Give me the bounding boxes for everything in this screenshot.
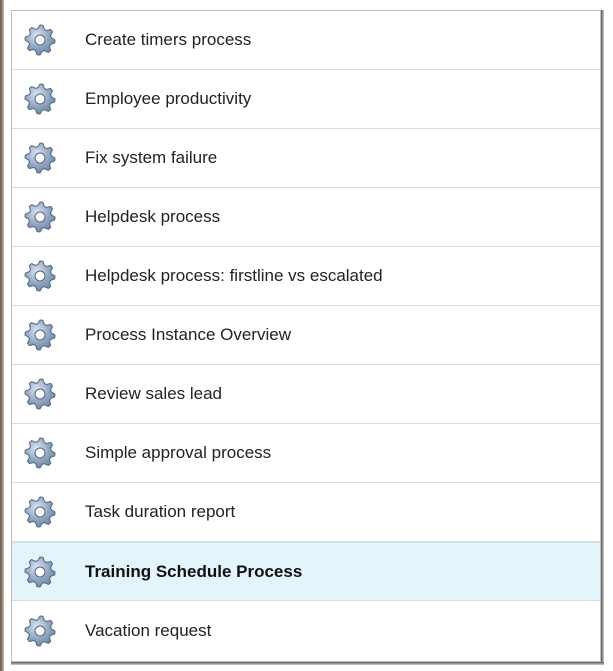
process-list-item[interactable]: Simple approval process — [12, 424, 600, 483]
process-list-item-label: Fix system failure — [85, 148, 218, 167]
gear-icon — [23, 23, 57, 57]
process-list: Create timers process Employee productivi… — [12, 11, 600, 660]
process-list-item[interactable]: Employee productivity — [12, 70, 600, 129]
gear-icon-graphic — [24, 24, 56, 56]
gear-icon — [23, 318, 57, 352]
gear-icon — [23, 82, 57, 116]
process-list-item-label: Helpdesk process: firstline vs escalated — [85, 266, 383, 285]
process-list-item-label: Create timers process — [85, 30, 252, 49]
process-list-item[interactable]: Training Schedule Process — [12, 542, 600, 601]
gear-icon — [23, 200, 57, 234]
process-list-item[interactable]: Helpdesk process — [12, 188, 600, 247]
process-list-item[interactable]: Task duration report — [12, 483, 600, 542]
process-list-item-label: Review sales lead — [85, 384, 223, 403]
gear-icon-graphic — [24, 614, 56, 647]
process-list-item-label: Simple approval process — [85, 443, 272, 462]
gear-icon-graphic — [24, 378, 56, 410]
gear-icon-graphic — [24, 83, 56, 115]
gear-icon-graphic — [24, 555, 56, 588]
gear-icon — [23, 614, 57, 648]
gear-icon — [23, 436, 57, 470]
gear-icon-graphic — [24, 201, 56, 233]
window-left-edge — [0, 0, 4, 671]
gear-icon-graphic — [24, 260, 56, 292]
process-list-panel: Create timers process Employee productivi… — [11, 10, 601, 662]
gear-icon-graphic — [24, 142, 56, 174]
process-list-item[interactable]: Fix system failure — [12, 129, 600, 188]
process-list-item-label: Task duration report — [85, 502, 236, 521]
gear-icon — [23, 377, 57, 411]
gear-icon — [23, 141, 57, 175]
gear-icon-graphic — [24, 437, 56, 469]
process-list-item[interactable]: Process Instance Overview — [12, 306, 600, 365]
process-list-item-label: Training Schedule Process — [85, 561, 303, 581]
gear-icon-graphic — [24, 496, 56, 528]
panel-shadow-bottom — [11, 662, 604, 665]
gear-icon — [23, 555, 57, 589]
process-list-item-label: Helpdesk process — [85, 207, 221, 226]
process-list-item[interactable]: Create timers process — [12, 11, 600, 70]
process-list-item[interactable]: Helpdesk process: firstline vs escalated — [12, 247, 600, 306]
gear-icon-graphic — [24, 319, 56, 351]
panel-shadow-right — [601, 10, 604, 665]
process-list-item-label: Process Instance Overview — [85, 325, 291, 344]
process-list-item-label: Vacation request — [85, 620, 212, 640]
process-list-item[interactable]: Vacation request — [12, 601, 600, 660]
screenshot-frame: Create timers process Employee productivi… — [0, 0, 613, 671]
process-list-item[interactable]: Review sales lead — [12, 365, 600, 424]
gear-icon — [23, 259, 57, 293]
gear-icon — [23, 495, 57, 529]
process-list-item-label: Employee productivity — [85, 89, 252, 108]
